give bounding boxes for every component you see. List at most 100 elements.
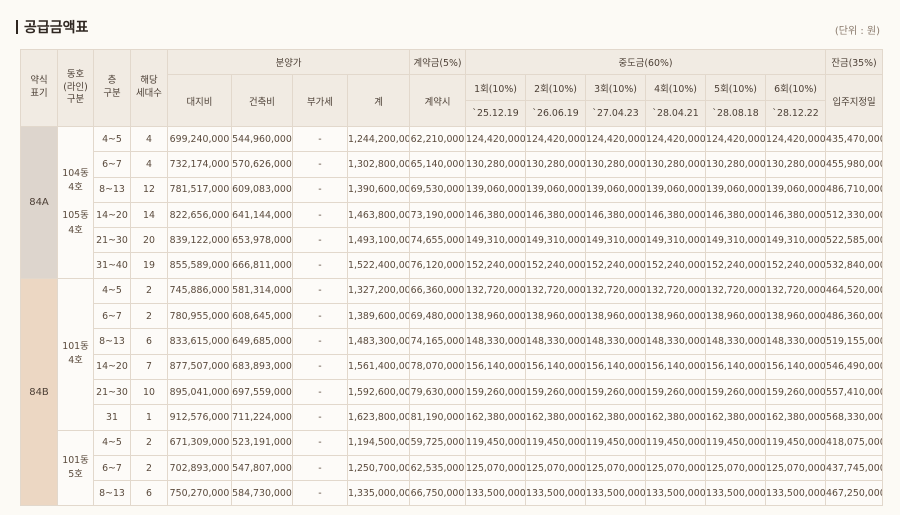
dong-cell: 101동 5호 <box>57 429 94 507</box>
middle-payment-6-cell: 162,380,000 <box>765 404 827 431</box>
middle-payment-5-cell: 148,330,000 <box>705 328 767 355</box>
total-price-cell: 1,302,800,000 <box>346 151 411 178</box>
header-installment-6: 6회(10%) <box>765 74 827 101</box>
middle-payment-6-cell: 138,960,000 <box>765 303 827 330</box>
dong-cell: 101동 4호 <box>57 277 94 431</box>
middle-payment-4-cell: 149,310,000 <box>645 227 707 254</box>
header-contract: 계약금(5%) <box>409 49 467 75</box>
table-row: 21~30 10 895,041,000 697,559,000-1,592,600,… <box>21 378 884 406</box>
contract-payment-cell: 79,630,000 <box>409 378 467 406</box>
units-cell: 7 <box>130 353 168 380</box>
middle-payment-6-cell: 132,720,000 <box>765 277 827 305</box>
middle-payment-2-cell: 162,380,000 <box>525 404 587 431</box>
middle-payment-5-cell: 149,310,000 <box>705 227 767 254</box>
contract-payment-cell: 74,655,000 <box>409 227 467 254</box>
middle-payment-1-cell: 149,310,000 <box>465 227 527 254</box>
header-type: 약식 표기 <box>20 49 58 127</box>
land-price-cell: 781,517,000 <box>167 176 232 203</box>
floor-cell: 8~13 <box>93 328 131 355</box>
middle-payment-2-cell: 148,330,000 <box>525 328 587 355</box>
contract-payment-cell: 62,210,000 <box>409 125 467 153</box>
contract-payment-cell: 66,750,000 <box>409 480 467 507</box>
land-price-cell: 671,309,000 <box>167 429 232 456</box>
middle-payment-6-cell: 146,380,000 <box>765 201 827 229</box>
contract-payment-cell: 76,120,000 <box>409 252 467 279</box>
middle-payment-5-cell: 124,420,000 <box>705 125 767 153</box>
floor-cell: 31 <box>93 404 131 431</box>
total-price-cell: 1,389,600,000 <box>346 303 411 330</box>
units-cell: 2 <box>130 429 168 456</box>
middle-payment-6-cell: 159,260,000 <box>765 378 827 406</box>
balance-payment-cell: 455,980,000 <box>825 151 884 178</box>
balance-payment-cell: 437,745,000 <box>825 454 884 482</box>
middle-payment-2-cell: 119,450,000 <box>525 429 587 456</box>
title-text: 공급금액표 <box>24 20 89 36</box>
middle-payment-5-cell: 156,140,000 <box>705 353 767 380</box>
header-installment-4-date: `28.04.21 <box>645 100 707 127</box>
land-price-cell: 877,507,000 <box>167 353 232 380</box>
floor-cell: 14~20 <box>93 353 131 380</box>
land-price-cell: 780,955,000 <box>167 303 232 330</box>
floor-cell: 21~30 <box>93 227 131 254</box>
middle-payment-3-cell: 152,240,000 <box>585 252 647 279</box>
balance-payment-cell: 486,360,000 <box>825 303 884 330</box>
middle-payment-5-cell: 130,280,000 <box>705 151 767 178</box>
building-price-cell: 547,807,000 <box>231 454 293 482</box>
middle-payment-1-cell: 146,380,000 <box>465 201 527 229</box>
total-price-cell: 1,522,400,000 <box>346 252 411 279</box>
total-price-cell: 1,463,800,000 <box>346 201 411 229</box>
balance-payment-cell: 557,410,000 <box>825 378 884 406</box>
middle-payment-4-cell: 125,070,000 <box>645 454 707 482</box>
total-price-cell: 1,390,600,000 <box>346 176 411 203</box>
contract-payment-cell: 73,190,000 <box>409 201 467 229</box>
vat-cell: - <box>292 429 348 456</box>
floor-cell: 6~7 <box>93 151 131 178</box>
contract-payment-cell: 69,530,000 <box>409 176 467 203</box>
middle-payment-1-cell: 138,960,000 <box>465 303 527 330</box>
dong-cell: 104동 4호 105동 4호 <box>57 126 94 279</box>
middle-payment-1-cell: 132,720,000 <box>465 277 527 305</box>
middle-payment-6-cell: 148,330,000 <box>765 328 827 355</box>
middle-payment-1-cell: 156,140,000 <box>465 353 527 380</box>
middle-payment-3-cell: 133,500,000 <box>585 480 647 507</box>
middle-payment-6-cell: 119,450,000 <box>765 429 827 456</box>
balance-payment-cell: 435,470,000 <box>825 125 884 153</box>
floor-cell: 14~20 <box>93 201 131 229</box>
floor-cell: 6~7 <box>93 303 131 330</box>
middle-payment-2-cell: 133,500,000 <box>525 480 587 507</box>
middle-payment-3-cell: 132,720,000 <box>585 277 647 305</box>
middle-payment-4-cell: 148,330,000 <box>645 328 707 355</box>
contract-payment-cell: 62,535,000 <box>409 454 467 482</box>
units-cell: 2 <box>130 454 168 482</box>
land-price-cell: 895,041,000 <box>167 378 232 406</box>
middle-payment-5-cell: 159,260,000 <box>705 378 767 406</box>
middle-payment-5-cell: 162,380,000 <box>705 404 767 431</box>
middle-payment-4-cell: 133,500,000 <box>645 480 707 507</box>
floor-cell: 4~5 <box>93 277 131 305</box>
land-price-cell: 732,174,000 <box>167 151 232 178</box>
units-cell: 6 <box>130 328 168 355</box>
table-row: 6~72780,955,000608,645,000-1,389,600,000… <box>21 303 884 330</box>
header-installment-3: 3회(10%) <box>585 74 647 101</box>
land-price-cell: 855,589,000 <box>167 252 232 279</box>
header-building: 건축비 <box>231 74 293 127</box>
land-price-cell: 912,576,000 <box>167 404 232 431</box>
middle-payment-4-cell: 159,260,000 <box>645 378 707 406</box>
balance-payment-cell: 546,490,000 <box>825 353 884 380</box>
table-row: 84A 104동 4호 105동 4호 4~5 4 699,240,000 544,960… <box>20 125 884 279</box>
vat-cell: - <box>292 176 348 203</box>
contract-payment-cell: 69,480,000 <box>409 303 467 330</box>
middle-payment-4-cell: 139,060,000 <box>645 176 707 203</box>
balance-payment-cell: 464,520,000 <box>825 277 884 305</box>
units-cell: 19 <box>130 252 168 279</box>
vat-cell: - <box>292 303 348 330</box>
middle-payment-3-cell: 124,420,000 <box>585 125 647 153</box>
table-row: 21~30 20 839,122,000 653,978,000-1,493,100,… <box>21 227 884 254</box>
middle-payment-2-cell: 130,280,000 <box>525 151 587 178</box>
middle-payment-3-cell: 148,330,000 <box>585 328 647 355</box>
middle-payment-4-cell: 156,140,000 <box>645 353 707 380</box>
units-cell: 4 <box>130 151 168 178</box>
balance-payment-cell: 418,075,000 <box>825 429 884 456</box>
building-price-cell: 649,685,000 <box>231 328 293 355</box>
middle-payment-4-cell: 152,240,000 <box>645 252 707 279</box>
